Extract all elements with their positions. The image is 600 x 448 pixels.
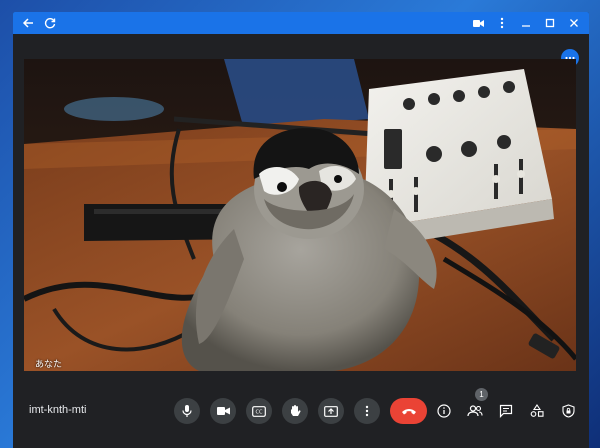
meeting-code: imt-knth-mti	[29, 404, 87, 416]
side-controls: 1	[433, 388, 579, 424]
present-icon[interactable]	[318, 398, 344, 424]
call-controls: CC	[174, 398, 427, 424]
captions-icon[interactable]: CC	[246, 398, 272, 424]
titlebar	[13, 12, 589, 34]
camera-icon[interactable]	[210, 398, 236, 424]
info-icon[interactable]	[433, 398, 455, 424]
host-controls-icon[interactable]	[557, 398, 579, 424]
hangup-icon[interactable]	[390, 398, 427, 424]
meeting-area: あなた imt-knth-mti CC 1	[13, 34, 589, 448]
activities-icon[interactable]	[526, 398, 548, 424]
self-video-tile: あなた	[24, 59, 576, 371]
self-name-label: あなた	[35, 360, 63, 370]
meet-window: あなた imt-knth-mti CC 1	[13, 12, 589, 448]
video-frame	[24, 59, 576, 371]
more-vert-icon[interactable]	[493, 14, 511, 32]
chat-icon[interactable]	[495, 398, 517, 424]
back-icon[interactable]	[19, 14, 37, 32]
svg-text:CC: CC	[256, 409, 263, 415]
people-icon[interactable]: 1	[464, 388, 488, 424]
camera-status-icon[interactable]	[469, 14, 487, 32]
maximize-icon[interactable]	[541, 14, 559, 32]
minimize-icon[interactable]	[517, 14, 535, 32]
close-icon[interactable]	[565, 14, 583, 32]
participant-count-badge: 1	[475, 388, 488, 401]
more-icon[interactable]	[354, 398, 380, 424]
mic-icon[interactable]	[174, 398, 200, 424]
reload-icon[interactable]	[41, 14, 59, 32]
raise-hand-icon[interactable]	[282, 398, 308, 424]
